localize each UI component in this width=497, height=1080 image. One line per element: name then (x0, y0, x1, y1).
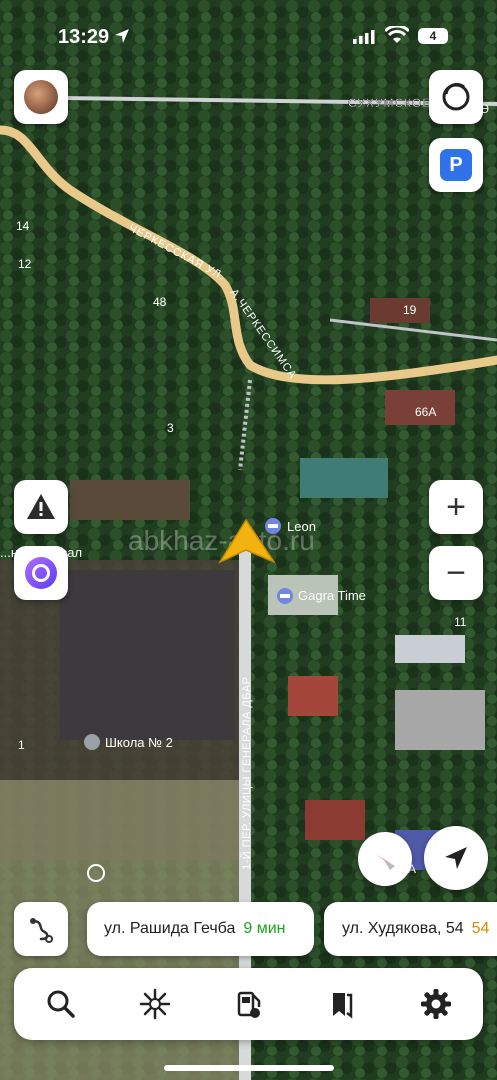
compass-button[interactable] (358, 832, 412, 886)
zoom-in-button[interactable]: + (429, 480, 483, 534)
settings-icon (421, 989, 452, 1019)
school-icon (84, 734, 100, 750)
route-icon (30, 918, 53, 943)
search-icon (47, 990, 75, 1018)
house-number: 48 (153, 295, 167, 309)
poi-label: Gagra Time (298, 588, 366, 603)
wifi-icon (385, 26, 409, 43)
status-time: 13:29 (58, 26, 110, 48)
house-number: 66А (415, 405, 436, 419)
house-number: 11 (454, 615, 467, 629)
route-suggestion-card[interactable]: ул. Худякова, 54 54 (324, 902, 497, 956)
route-street: ул. Рашида Гечба (104, 920, 236, 937)
route-button[interactable] (14, 902, 68, 956)
location-services-icon (115, 29, 129, 43)
watermark: abkhaz-auto.ru (128, 525, 315, 556)
bookmarks-icon (333, 993, 353, 1019)
avatar (24, 80, 58, 114)
navigation-arrow-icon (445, 847, 467, 869)
alice-assistant-button[interactable] (14, 546, 68, 600)
route-eta: 54 (471, 920, 490, 937)
parking-button[interactable]: P (429, 138, 483, 192)
poi-school[interactable]: Школа № 2 (84, 734, 173, 750)
my-location-button[interactable] (424, 826, 488, 890)
house-number: 1 (18, 738, 25, 752)
layers-icon (442, 82, 470, 111)
alice-icon (25, 557, 57, 589)
route-suggestion-card[interactable]: ул. Рашида Гечба 9 мин (87, 902, 314, 956)
bottom-navigation (14, 968, 483, 1040)
discovery-icon (139, 988, 170, 1020)
fuel-icon (238, 991, 261, 1018)
poi-gagra-time[interactable]: Gagra Time (277, 588, 366, 604)
poi-label: Школа № 2 (105, 735, 173, 750)
route-street: ул. Худякова, 54 (342, 920, 464, 937)
settings-button[interactable] (409, 977, 463, 1031)
layers-button[interactable] (429, 70, 483, 124)
route-eta: 9 мин (243, 920, 286, 937)
parking-icon: P (440, 149, 472, 181)
house-number: 12 (18, 257, 32, 271)
report-incident-button[interactable] (14, 480, 68, 534)
bookmarks-button[interactable] (315, 977, 369, 1031)
zoom-out-button[interactable]: − (429, 546, 483, 600)
cellular-signal-icon (353, 30, 375, 44)
status-bar: 13:29 4 (0, 0, 497, 72)
street-label: 1-Й ПЕР. УЛИЦЫ ГЕНЕРАЛА ДБАР (240, 676, 253, 870)
house-number: 14 (16, 219, 30, 233)
house-number: 3 (167, 421, 174, 435)
warning-icon (27, 494, 55, 519)
search-button[interactable] (34, 977, 88, 1031)
discovery-button[interactable] (128, 977, 182, 1031)
home-indicator (164, 1065, 334, 1071)
profile-button[interactable] (14, 70, 68, 124)
house-number: 19 (403, 303, 417, 317)
battery-indicator: 4 (418, 28, 448, 44)
fuel-button[interactable] (221, 977, 275, 1031)
compass-icon (375, 854, 395, 870)
